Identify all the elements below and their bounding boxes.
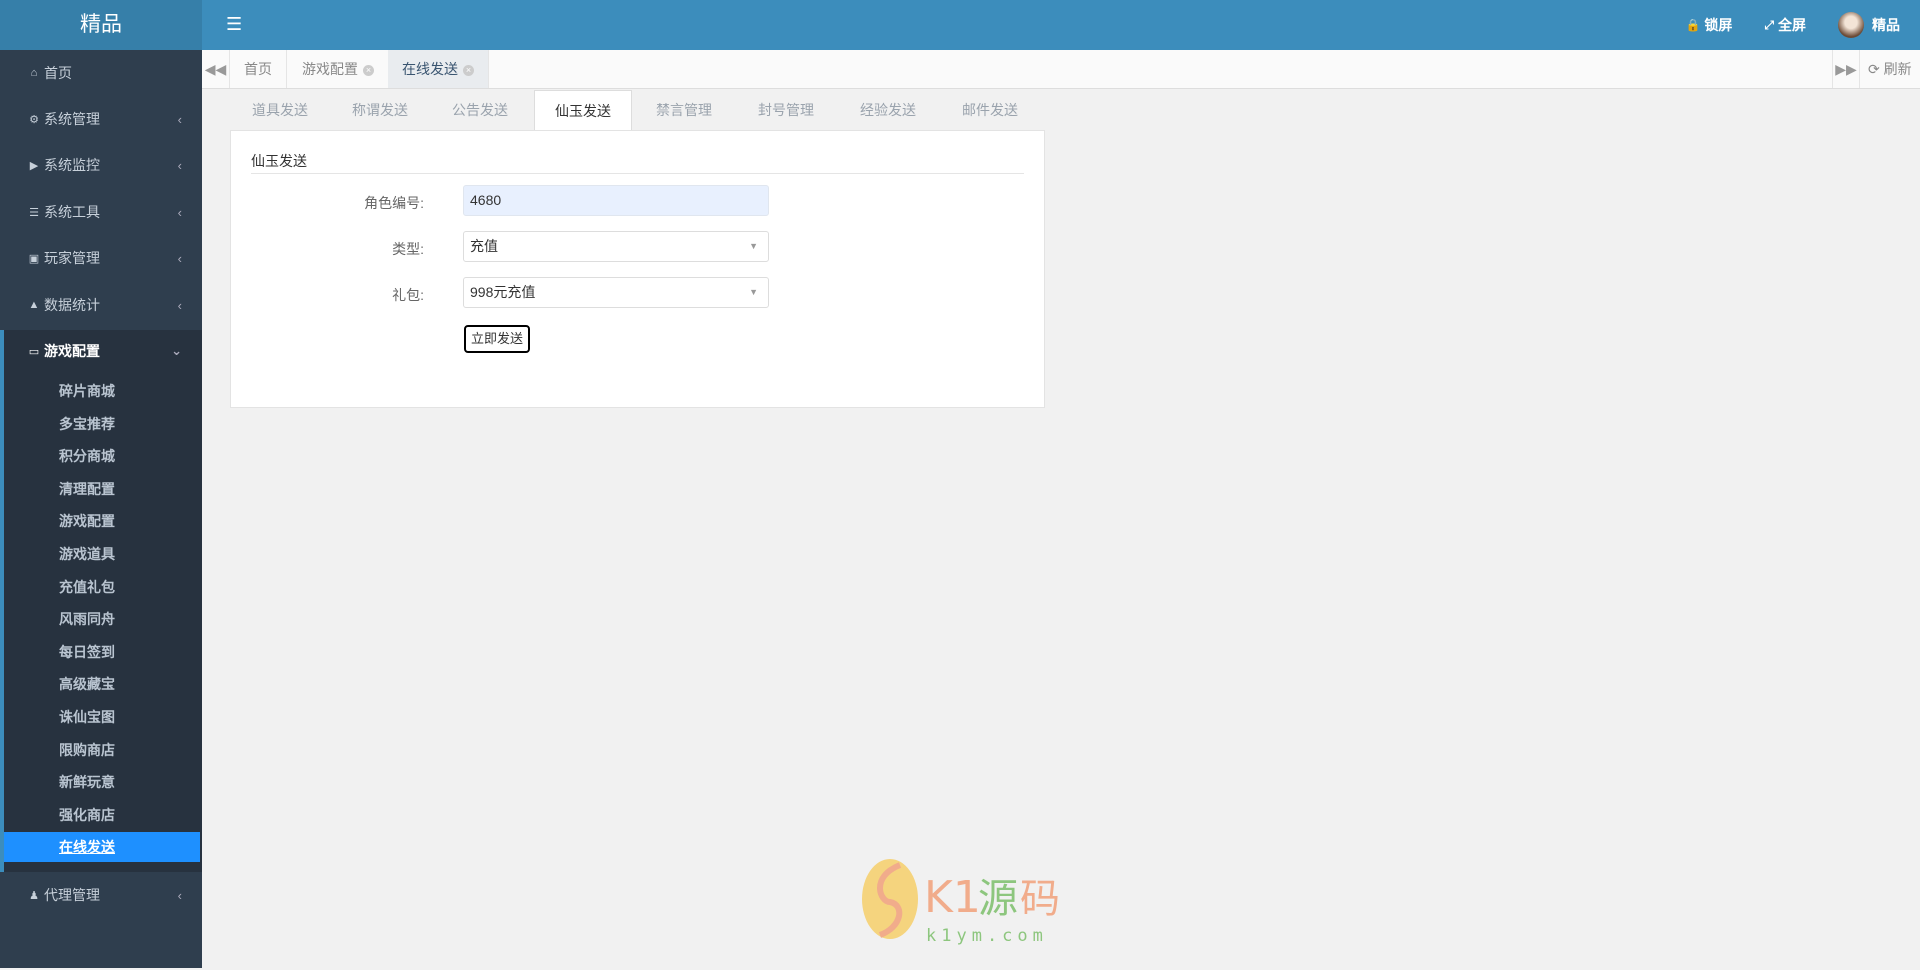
sidebar-subitem[interactable]: 清理配置	[4, 474, 200, 504]
sidebar-subitem[interactable]: 在线发送	[4, 832, 200, 863]
sidebar-item-label: 首页	[44, 65, 72, 81]
lock-icon: 🔒	[1685, 18, 1701, 32]
gear-icon: ⚙	[29, 113, 39, 126]
content-tab[interactable]: 封号管理	[736, 90, 836, 130]
sidebar-subitem[interactable]: 多宝推荐	[4, 409, 200, 439]
tab-label: 在线发送	[402, 61, 458, 77]
fullscreen-button[interactable]: ⤢ 全屏	[1764, 15, 1806, 35]
content-tab[interactable]: 公告发送	[430, 90, 530, 130]
type-select[interactable]: 充值 ▼	[463, 231, 769, 262]
tab-online-send[interactable]: 在线发送 ×	[388, 50, 489, 88]
scroll-left-button[interactable]: ◀◀	[202, 50, 230, 88]
refresh-label: 刷新	[1883, 61, 1912, 77]
sidebar-item-system-monitor[interactable]: ▶ 系统监控 ‹	[0, 142, 202, 188]
sidebar-subitem[interactable]: 强化商店	[4, 800, 200, 830]
chevron-left-icon: ‹	[177, 297, 182, 313]
sidebar-item-label: 系统监控	[44, 157, 100, 173]
chevron-left-icon: ‹	[177, 250, 182, 266]
svg-text:源: 源	[978, 876, 1018, 922]
chevron-left-icon: ‹	[177, 157, 182, 173]
lock-label: 锁屏	[1704, 17, 1733, 33]
svg-text:k1ym.com: k1ym.com	[926, 926, 1048, 946]
sidebar-subitem[interactable]: 诛仙宝图	[4, 702, 200, 732]
lock-screen-button[interactable]: 🔒 锁屏	[1685, 15, 1732, 35]
sidebar-item-label: 数据统计	[44, 297, 100, 313]
content-tab[interactable]: 仙玉发送	[534, 90, 632, 131]
chevron-left-icon: ‹	[177, 111, 182, 127]
close-icon[interactable]: ×	[463, 64, 474, 76]
avatar	[1838, 12, 1864, 38]
sidebar-item-label: 系统管理	[44, 111, 100, 127]
xianyu-send-panel: 仙玉发送 角色编号: 4680 类型: 充值 ▼ 礼包: 998元充值 ▼ 立即发送	[230, 130, 1045, 408]
tab-label: 游戏配置	[302, 61, 358, 77]
sidebar-item-game-config[interactable]: ▭ 游戏配置 ⌄	[0, 328, 202, 374]
fullscreen-label: 全屏	[1778, 17, 1806, 33]
home-icon: ⌂	[30, 67, 38, 79]
send-now-button[interactable]: 立即发送	[464, 325, 530, 353]
refresh-icon: ⟳	[1868, 61, 1880, 77]
desktop-icon: ▭	[28, 345, 40, 358]
tab-game-config[interactable]: 游戏配置 ×	[288, 50, 389, 88]
sidebar-item-agent-management[interactable]: ♟ 代理管理 ‹	[0, 872, 202, 918]
sidebar-item-home[interactable]: ⌂ 首页	[0, 50, 202, 96]
type-value: 充值	[470, 238, 498, 254]
sidebar-subitem[interactable]: 新鲜玩意	[4, 767, 200, 797]
chevron-left-icon: ‹	[177, 204, 182, 220]
sidebar-subitem[interactable]: 充值礼包	[4, 572, 200, 602]
role-id-input[interactable]: 4680	[463, 185, 769, 216]
role-id-label: 角色编号:	[364, 195, 424, 211]
refresh-button[interactable]: ⟳ 刷新	[1860, 50, 1920, 88]
chevron-left-icon: ‹	[177, 887, 182, 903]
sidebar-item-statistics[interactable]: ▲ 数据统计 ‹	[0, 282, 202, 328]
sidebar-item-system-tools[interactable]: ☰ 系统工具 ‹	[0, 189, 202, 235]
sidebar-item-player-management[interactable]: ▣ 玩家管理 ‹	[0, 235, 202, 281]
page-tabs-bar: ◀◀ 首页 游戏配置 × 在线发送 × ▶▶ ⟳ 刷新	[202, 50, 1920, 89]
user-menu[interactable]: 精品	[1838, 12, 1900, 38]
area-chart-icon: ▲	[28, 299, 40, 311]
sidebar-subitem[interactable]: 限购商店	[4, 735, 200, 765]
content-tab[interactable]: 邮件发送	[940, 90, 1040, 130]
sidebar-subitem[interactable]: 游戏配置	[4, 506, 200, 536]
close-icon[interactable]: ×	[363, 64, 374, 76]
scroll-right-button[interactable]: ▶▶	[1832, 50, 1860, 88]
sidebar-subitem[interactable]: 积分商城	[4, 441, 200, 471]
chevron-down-icon: ⌄	[171, 343, 182, 358]
caret-down-icon: ▼	[749, 241, 758, 251]
panel-title: 仙玉发送	[251, 151, 1024, 174]
top-navbar: 精品 ☰ 🔒 锁屏 ⤢ 全屏 精品	[0, 0, 1920, 50]
expand-icon: ⤢	[1764, 17, 1774, 32]
gift-label: 礼包:	[392, 287, 424, 303]
content-tab[interactable]: 经验发送	[838, 90, 938, 130]
sidebar-subitem[interactable]: 风雨同舟	[4, 604, 200, 634]
gift-value: 998元充值	[470, 284, 536, 300]
address-book-icon: ▣	[28, 252, 40, 265]
tab-label: 首页	[244, 61, 272, 77]
sidebar-item-system-management[interactable]: ⚙ 系统管理 ‹	[0, 96, 202, 142]
menu-toggle-icon[interactable]: ☰	[226, 14, 242, 35]
sidebar-item-label: 代理管理	[44, 887, 100, 903]
content-tab[interactable]: 禁言管理	[634, 90, 734, 130]
list-icon: ☰	[29, 206, 39, 219]
content-tab[interactable]: 道具发送	[230, 90, 330, 130]
users-icon: ♟	[29, 889, 39, 902]
sidebar-item-label: 游戏配置	[44, 343, 100, 359]
sidebar-item-label: 玩家管理	[44, 250, 100, 266]
sidebar: ⌂ 首页 ⚙ 系统管理 ‹ ▶ 系统监控 ‹ ☰ 系统工具 ‹ ▣ 玩家管理 ‹ ▲ 数据统计 ‹ ▭…	[0, 50, 202, 968]
caret-down-icon: ▼	[749, 287, 758, 297]
sidebar-subitem[interactable]: 碎片商城	[4, 376, 200, 406]
gift-select[interactable]: 998元充值 ▼	[463, 277, 769, 308]
sidebar-item-label: 系统工具	[44, 204, 100, 220]
user-name: 精品	[1872, 17, 1900, 33]
svg-text:码: 码	[1020, 876, 1060, 922]
tab-home[interactable]: 首页	[230, 50, 287, 88]
sidebar-subitem[interactable]: 游戏道具	[4, 539, 200, 569]
type-label: 类型:	[392, 241, 424, 257]
brand-logo[interactable]: 精品	[0, 0, 202, 50]
content-tab[interactable]: 称谓发送	[330, 90, 430, 130]
watermark-logo: K1 源 码 k1ym.com	[860, 857, 1070, 947]
video-icon: ▶	[29, 159, 39, 172]
svg-text:K1: K1	[924, 872, 981, 923]
sidebar-subitem[interactable]: 高级藏宝	[4, 669, 200, 699]
sidebar-subitem[interactable]: 每日签到	[4, 637, 200, 667]
